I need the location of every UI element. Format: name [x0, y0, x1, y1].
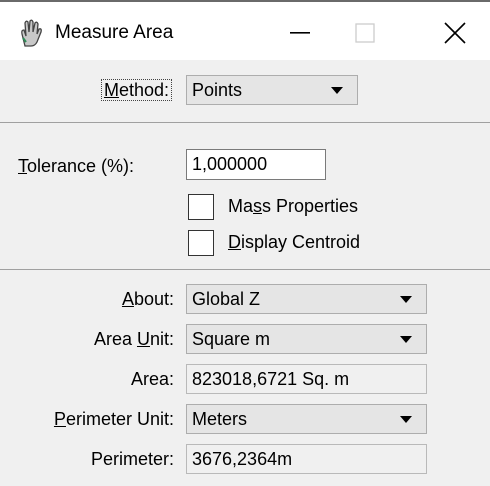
display-centroid-label[interactable]: Display Centroid	[228, 232, 360, 253]
maximize-icon	[355, 23, 375, 43]
chevron-down-icon	[400, 296, 412, 303]
dialog-body: Method: Points Tolerance (%): 1,000000 M…	[0, 60, 490, 486]
perimeter-label: Perimeter:	[90, 449, 174, 469]
separator	[0, 122, 490, 123]
close-icon	[444, 22, 466, 44]
method-dropdown[interactable]: Points	[186, 75, 358, 105]
window-title: Measure Area	[55, 22, 174, 43]
separator	[0, 269, 490, 270]
about-value: Global Z	[192, 289, 261, 309]
tolerance-label: Tolerance (%):	[18, 156, 135, 176]
method-value: Points	[192, 80, 243, 100]
minimize-icon	[290, 32, 310, 34]
perimeter-unit-value: Meters	[192, 409, 248, 429]
area-unit-label: Area Unit:	[93, 329, 174, 349]
perimeter-value-field[interactable]: 3676,2364m	[186, 444, 427, 474]
measure-area-hand-icon	[18, 18, 44, 48]
display-centroid-checkbox[interactable]	[188, 230, 214, 256]
maximize-button[interactable]	[335, 12, 395, 54]
about-dropdown[interactable]: Global Z	[186, 284, 427, 314]
about-label: About:	[121, 289, 174, 309]
perimeter-unit-dropdown[interactable]: Meters	[186, 404, 427, 434]
area-label: Area:	[130, 369, 174, 389]
mass-properties-label[interactable]: Mass Properties	[228, 196, 358, 217]
chevron-down-icon	[400, 336, 412, 343]
minimize-button[interactable]	[270, 12, 330, 54]
chevron-down-icon	[331, 87, 343, 94]
perimeter-unit-label: Perimeter Unit:	[53, 409, 174, 429]
close-button[interactable]	[425, 12, 485, 54]
mass-properties-checkbox[interactable]	[188, 194, 214, 220]
area-value-field[interactable]: 823018,6721 Sq. m	[186, 364, 427, 394]
method-label: Method:	[60, 79, 172, 101]
chevron-down-icon	[400, 416, 412, 423]
area-unit-dropdown[interactable]: Square m	[186, 324, 427, 354]
title-bar[interactable]: Measure Area	[0, 2, 490, 60]
area-unit-value: Square m	[192, 329, 271, 349]
tolerance-input[interactable]: 1,000000	[186, 149, 326, 180]
